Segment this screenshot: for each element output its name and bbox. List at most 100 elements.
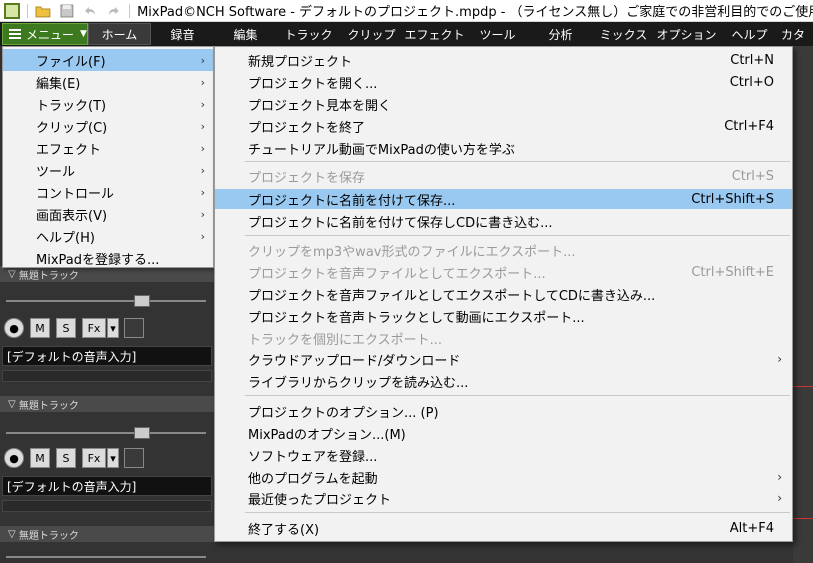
menu-item-close-project[interactable]: プロジェクトを終了 Ctrl+F4 <box>215 116 792 136</box>
shortcut-label: Alt+F4 <box>729 520 774 536</box>
menu-item-save-project[interactable]: プロジェクトを保存 Ctrl+S <box>215 166 792 186</box>
main-menu-dropdown: ファイル(F) › 編集(E) › トラック(T) › クリップ(C) › エフェクト ›… <box>2 46 214 268</box>
menu-item-export-clip[interactable]: クリップをmp3やwav形式のファイルにエクスポート... <box>215 240 792 260</box>
menu-item-export-burn-cd[interactable]: プロジェクトを音声ファイルとしてエクスポートしてCDに書き込み... <box>215 284 792 304</box>
track-level-bar <box>2 370 212 382</box>
menu-item-effect[interactable]: エフェクト › <box>3 137 213 159</box>
menu-item-launch-other[interactable]: 他のプログラムを起動 › <box>215 467 792 487</box>
collapse-triangle-icon[interactable]: ▽ <box>8 269 19 280</box>
ribbon-tab-bar: メニュー ▼ ホーム 録音 編集 トラック クリップ エフェクト ツール 分析 … <box>0 22 813 46</box>
menu-item-help[interactable]: ヘルプ(H) › <box>3 225 213 247</box>
menu-item-open-project[interactable]: プロジェクトを開く... Ctrl+O <box>215 72 792 92</box>
toolbar-divider <box>129 3 131 18</box>
menu-separator <box>245 235 790 236</box>
redo-icon[interactable] <box>106 3 122 19</box>
menu-item-label: プロジェクトを音声ファイルとしてエクスポートしてCDに書き込み... <box>248 288 656 304</box>
menu-item-tools[interactable]: ツール › <box>3 159 213 181</box>
collapse-triangle-icon[interactable]: ▽ <box>8 399 19 410</box>
menu-item-exit[interactable]: 終了する(X) Alt+F4 <box>215 518 792 538</box>
tab-analyze[interactable]: 分析 <box>529 23 592 45</box>
record-arm-button[interactable]: ● <box>4 318 24 338</box>
mute-button[interactable]: M <box>30 448 50 468</box>
tab-track[interactable]: トラック <box>277 23 340 45</box>
collapse-triangle-icon[interactable]: ▽ <box>8 529 19 540</box>
menu-item-file[interactable]: ファイル(F) › <box>3 49 213 71</box>
solo-button[interactable]: S <box>56 318 76 338</box>
undo-icon[interactable] <box>82 3 98 19</box>
shortcut-label: Ctrl+N <box>730 52 774 68</box>
track-header[interactable]: ▽ 無題トラック <box>0 396 214 412</box>
menu-item-view[interactable]: 画面表示(V) › <box>3 203 213 225</box>
track-input-label[interactable]: [デフォルトの音声入力] <box>2 346 212 366</box>
tab-edit[interactable]: 編集 <box>214 23 277 45</box>
menu-item-label: 他のプログラムを起動 <box>248 471 378 487</box>
menu-item-label: クラウドアップロード/ダウンロード <box>248 353 461 369</box>
menu-item-save-as[interactable]: プロジェクトに名前を付けて保存... Ctrl+Shift+S <box>215 189 792 209</box>
tab-effect[interactable]: エフェクト <box>403 23 466 45</box>
menu-item-label: ツール <box>36 164 76 180</box>
track-input-label[interactable]: [デフォルトの音声入力] <box>2 476 212 496</box>
menu-item-label: プロジェクトを音声ファイルとしてエクスポート... <box>248 266 546 282</box>
menu-item-label: 最近使ったプロジェクト <box>248 492 392 508</box>
tab-tools[interactable]: ツール <box>466 23 529 45</box>
menu-item-project-options[interactable]: プロジェクトのオプション... (P) <box>215 401 792 421</box>
menu-item-recent-projects[interactable]: 最近使ったプロジェクト › <box>215 488 792 508</box>
menu-item-tutorial[interactable]: チュートリアル動画でMixPadの使い方を学ぶ <box>215 138 792 158</box>
menu-item-label: トラック(T) <box>36 98 107 114</box>
tab-home[interactable]: ホーム <box>88 23 151 45</box>
menu-item-open-sample[interactable]: プロジェクト見本を開く <box>215 94 792 114</box>
fx-button[interactable]: Fx <box>82 318 106 338</box>
fx-button[interactable]: Fx <box>82 448 106 468</box>
headphones-icon[interactable] <box>124 448 144 468</box>
volume-slider[interactable] <box>6 300 206 302</box>
tab-help[interactable]: ヘルプ <box>718 23 781 45</box>
menu-item-control[interactable]: コントロール › <box>3 181 213 203</box>
menu-item-register-software[interactable]: ソフトウェアを登録... <box>215 445 792 465</box>
main-menu-button[interactable]: メニュー ▼ <box>2 23 88 45</box>
menu-item-label: プロジェクト見本を開く <box>248 98 392 114</box>
app-logo-icon <box>4 2 20 19</box>
menu-item-label: MixPadを登録する... <box>36 252 160 268</box>
tab-options[interactable]: オプション <box>655 23 718 45</box>
shortcut-label: Ctrl+F4 <box>724 118 774 134</box>
tab-record[interactable]: 録音 <box>151 23 214 45</box>
open-folder-icon[interactable] <box>35 3 51 19</box>
hamburger-icon <box>9 29 21 39</box>
solo-button[interactable]: S <box>56 448 76 468</box>
tab-clip[interactable]: クリップ <box>340 23 403 45</box>
mute-button[interactable]: M <box>30 318 50 338</box>
menu-item-load-from-library[interactable]: ライブラリからクリップを読み込む... <box>215 371 792 391</box>
menu-item-clip[interactable]: クリップ(C) › <box>3 115 213 137</box>
menu-item-save-as-burn-cd[interactable]: プロジェクトに名前を付けて保存しCDに書き込む... <box>215 211 792 231</box>
chevron-right-icon: › <box>200 141 205 155</box>
menu-item-export-tracks[interactable]: トラックを個別にエクスポート... <box>215 328 792 348</box>
tab-mix[interactable]: ミックス <box>592 23 655 45</box>
tab-catalog[interactable]: カタ <box>781 23 811 45</box>
volume-slider[interactable] <box>6 556 206 558</box>
fx-dropdown-icon[interactable]: ▾ <box>107 448 119 468</box>
menu-item-label: 新規プロジェクト <box>248 54 353 70</box>
record-arm-button[interactable]: ● <box>4 448 24 468</box>
save-icon[interactable] <box>59 3 75 19</box>
headphones-icon[interactable] <box>124 318 144 338</box>
menu-separator <box>245 395 790 396</box>
menu-item-label: 終了する(X) <box>248 522 320 538</box>
menu-item-register[interactable]: MixPadを登録する... <box>3 247 213 269</box>
menu-item-label: プロジェクトを保存 <box>248 170 366 186</box>
menu-item-label: プロジェクトに名前を付けて保存しCDに書き込む... <box>248 215 553 231</box>
volume-slider[interactable] <box>6 432 206 434</box>
menu-item-track[interactable]: トラック(T) › <box>3 93 213 115</box>
track-header[interactable]: ▽ 無題トラック <box>0 526 214 542</box>
menu-item-export-to-video[interactable]: プロジェクトを音声トラックとして動画にエクスポート... <box>215 306 792 326</box>
menu-item-cloud[interactable]: クラウドアップロード/ダウンロード › <box>215 349 792 369</box>
menu-item-edit[interactable]: 編集(E) › <box>3 71 213 93</box>
volume-slider-knob[interactable] <box>134 427 150 439</box>
chevron-right-icon: › <box>200 97 205 111</box>
menu-item-new-project[interactable]: 新規プロジェクト Ctrl+N <box>215 50 792 70</box>
file-submenu: 新規プロジェクト Ctrl+N プロジェクトを開く... Ctrl+O プロジェクト… <box>214 46 793 542</box>
fx-dropdown-icon[interactable]: ▾ <box>107 318 119 338</box>
volume-slider-knob[interactable] <box>134 295 150 307</box>
menu-item-mixpad-options[interactable]: MixPadのオプション...(M) <box>215 423 792 443</box>
menu-item-export-audio[interactable]: プロジェクトを音声ファイルとしてエクスポート... Ctrl+Shift+E <box>215 262 792 282</box>
chevron-right-icon: › <box>777 491 782 505</box>
